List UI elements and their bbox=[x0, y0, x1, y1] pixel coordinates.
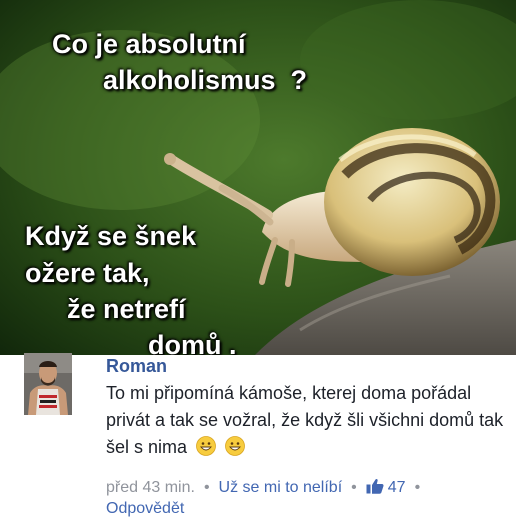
thumbs-up-icon bbox=[366, 479, 384, 494]
unlike-button[interactable]: Už se mi to nelíbí bbox=[219, 479, 343, 496]
meme-answer-line-2: ožere tak, bbox=[25, 258, 150, 288]
like-count-value: 47 bbox=[387, 479, 406, 496]
separator-dot: • bbox=[203, 479, 210, 496]
separator-dot: • bbox=[414, 479, 421, 496]
comment-author[interactable]: Roman bbox=[106, 356, 167, 377]
grinning-face-icon bbox=[196, 436, 216, 456]
meme-question-line-2: alkoholismus ? bbox=[103, 65, 308, 95]
meme-question-line-1: Co je absolutní bbox=[52, 29, 246, 59]
reply-button[interactable]: Odpovědět bbox=[106, 500, 184, 518]
meme-answer-line-3: že netrefí bbox=[67, 294, 186, 324]
like-count[interactable]: 47 bbox=[366, 479, 406, 496]
comment-timestamp[interactable]: před 43 min. bbox=[106, 479, 195, 496]
separator-dot: • bbox=[351, 479, 357, 496]
grinning-face-icon bbox=[225, 436, 245, 456]
comment-meta: před 43 min. • Už se mi to nelíbí • 47 • bbox=[106, 478, 429, 497]
avatar[interactable] bbox=[24, 353, 72, 415]
meme-answer-line-1: Když se šnek bbox=[25, 221, 197, 251]
comment-body: To mi připomíná kámoše, kterej doma pořá… bbox=[106, 380, 506, 461]
meme-answer-line-4: domů . bbox=[148, 330, 237, 355]
post-image[interactable]: Co je absolutní alkoholismus ? Když se š… bbox=[0, 0, 516, 355]
comment-text: To mi připomíná kámoše, kterej doma pořá… bbox=[106, 383, 504, 457]
